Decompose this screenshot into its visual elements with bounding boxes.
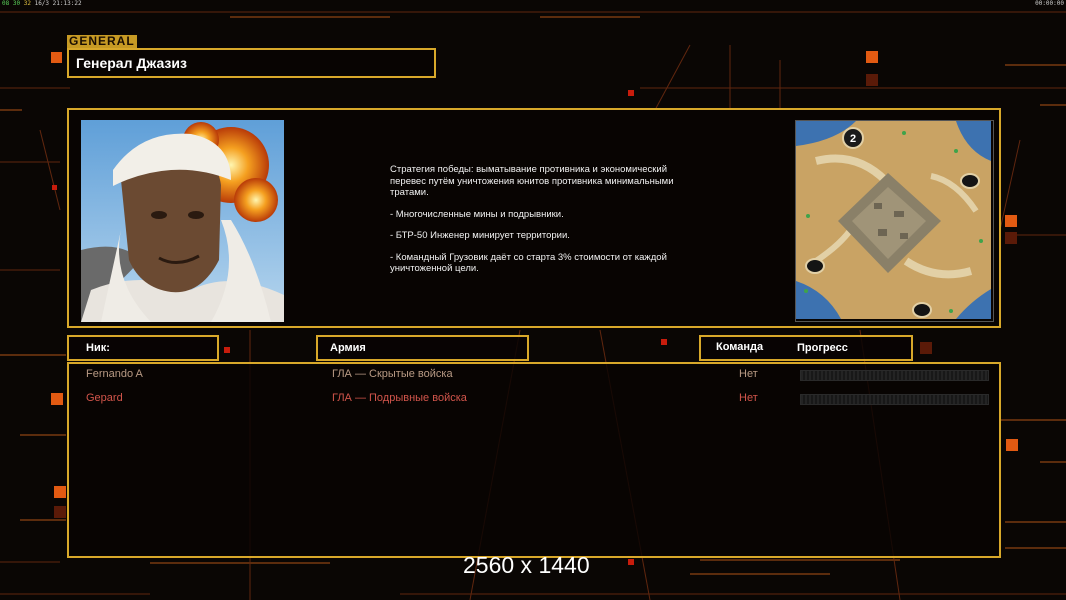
player-army: ГЛА — Скрытые войска [332, 368, 453, 380]
decor-square [54, 506, 66, 518]
decor-square [866, 74, 878, 86]
player-team: Нет [739, 392, 758, 404]
fps-counter: 08 30 32 16/3 21:13:22 [2, 0, 82, 7]
general-tag: GENERAL [67, 35, 137, 48]
map-preview: 2 [795, 120, 994, 322]
decor-square [54, 486, 66, 498]
decor-square [51, 393, 63, 405]
decor-square [920, 342, 932, 354]
column-header-label: Армия [330, 342, 366, 354]
decor-square [52, 185, 57, 190]
decor-square [224, 347, 230, 353]
player-row: Fernando A ГЛА — Скрытые войска Нет [69, 368, 999, 384]
general-info-panel: Стратегия победы: выматывание противника… [67, 108, 1001, 328]
decor-square [1005, 215, 1017, 227]
column-header-label: Ник: [86, 342, 110, 354]
stat-value: 16/3 [34, 0, 50, 7]
column-header-team-progress: Команда Прогресс [699, 335, 913, 361]
bullet-item: - Многочисленные мины и подрывники. [390, 208, 564, 220]
player-name: Gepard [86, 392, 123, 404]
column-header-label: Прогресс [797, 342, 848, 354]
strategy-text: Стратегия победы: выматывание противника… [390, 164, 674, 198]
loading-progress-bar [800, 394, 989, 405]
decor-square [628, 90, 634, 96]
stat-value: 08 [2, 0, 10, 7]
decor-square [1006, 439, 1018, 451]
general-description: Стратегия победы: выматывание противника… [390, 164, 720, 285]
system-clock: 21:13:22 [52, 0, 82, 7]
player-row: Gepard ГЛА — Подрывные войска Нет [69, 392, 999, 408]
general-title-box: Генерал Джазиз [67, 48, 436, 78]
players-list: Fernando A ГЛА — Скрытые войска Нет Gepa… [67, 362, 1001, 558]
player-army: ГЛА — Подрывные войска [332, 392, 467, 404]
game-timer: 00:00:00 [1035, 0, 1064, 7]
stat-value: 32 [23, 0, 31, 7]
decor-square [628, 559, 634, 565]
loading-progress-bar [800, 370, 989, 381]
player-name: Fernando A [86, 368, 143, 380]
player-team: Нет [739, 368, 758, 380]
decor-square [1005, 232, 1017, 244]
bullet-item: - БТР-50 Инженер минирует территории. [390, 230, 570, 241]
resolution-watermark: 2560 x 1440 [463, 552, 590, 578]
decor-square [51, 52, 62, 63]
map-player-marker: 2 [850, 133, 856, 145]
general-name: Генерал Джазиз [76, 55, 187, 71]
column-header-nick: Ник: [67, 335, 219, 361]
decor-square [661, 339, 667, 345]
decor-square [866, 51, 878, 63]
general-portrait [81, 120, 284, 322]
stat-value: 30 [12, 0, 21, 7]
column-header-army: Армия [316, 335, 529, 361]
column-header-label: Команда [716, 341, 764, 353]
bullet-item: - Командный Грузовик даёт со старта 3% с… [390, 251, 667, 275]
